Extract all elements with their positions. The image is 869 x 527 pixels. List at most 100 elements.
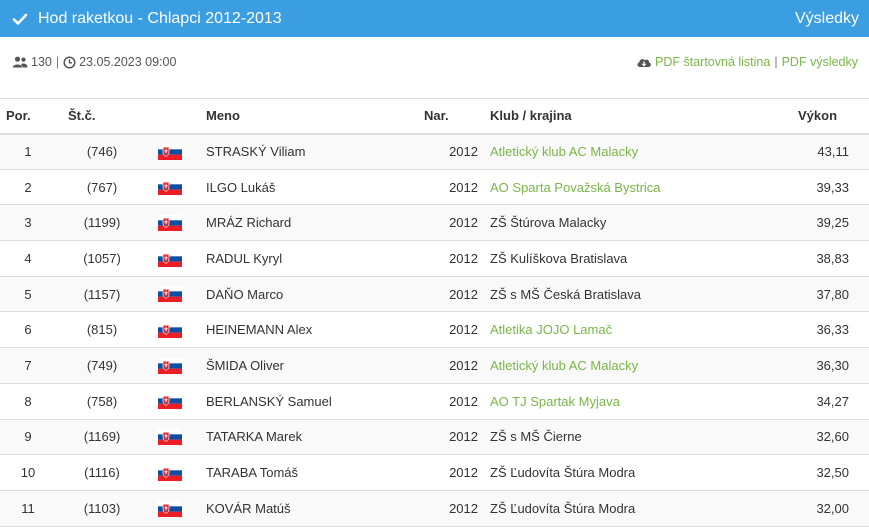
results-link[interactable]: Výsledky (795, 10, 859, 28)
flag-cell (148, 133, 200, 170)
pdf-links: PDF štartovná listina | PDF výsledky (636, 55, 858, 69)
event-header: Hod raketkou - Chlapci 2012-2013 Výsledk… (0, 0, 869, 37)
flag-cell (148, 490, 200, 527)
table-row[interactable]: 4 (1057) RADUL Kyryl 2012 ZŠ Kulíškova Brati… (0, 240, 869, 277)
birth-year-cell: 2012 (418, 240, 484, 277)
club-cell: ZŠ Štúrova Malacky (484, 204, 784, 242)
rank-cell: 11 (0, 490, 56, 527)
athlete-name-cell[interactable]: HEINEMANN Alex (200, 311, 418, 349)
athlete-name-cell[interactable]: TARABA Tomáš (200, 454, 418, 491)
links-separator: | (774, 55, 778, 69)
birth-year-cell: 2012 (418, 347, 484, 384)
table-row[interactable]: 9 (1169) TATARKA Marek 2012 ZŠ s MŠ Čierne 32… (0, 419, 869, 456)
flag-cell (148, 311, 200, 349)
result-cell: 32,60 (784, 419, 869, 456)
slovakia-flag-icon (154, 286, 182, 303)
athlete-name-cell[interactable]: ŠMIDA Oliver (200, 347, 418, 384)
birth-year-cell: 2012 (418, 276, 484, 313)
athlete-name-cell[interactable]: MRÁZ Richard (200, 204, 418, 242)
bib-cell: (1199) (56, 204, 148, 242)
birth-year-cell: 2012 (418, 383, 484, 420)
col-header-club[interactable]: Klub / krajina (484, 98, 784, 135)
athlete-name-cell[interactable]: BERLANSKÝ Samuel (200, 383, 418, 420)
table-row[interactable]: 11 (1103) KOVÁR Matúš 2012 ZŠ Ľudovíta Štúra… (0, 490, 869, 527)
club-cell: Atletický klub AC Malacky (484, 133, 784, 170)
athlete-name-cell[interactable]: KOVÁR Matúš (200, 490, 418, 527)
slovakia-flag-icon (154, 464, 182, 481)
result-cell: 36,30 (784, 347, 869, 384)
rank-cell: 7 (0, 347, 56, 384)
bib-cell: (1169) (56, 419, 148, 456)
club-name[interactable]: Atletika JOJO Lamač (490, 322, 612, 337)
rank-cell: 9 (0, 419, 56, 456)
athlete-name-cell[interactable]: STRASKÝ Viliam (200, 133, 418, 170)
bib-cell: (1157) (56, 276, 148, 313)
check-icon (12, 13, 28, 25)
bib-cell: (815) (56, 311, 148, 349)
club-name: ZŠ s MŠ Česká Bratislava (490, 286, 641, 302)
club-name[interactable]: AO TJ Spartak Myjava (490, 394, 620, 409)
bib-cell: (746) (56, 133, 148, 170)
table-row[interactable]: 3 (1199) MRÁZ Richard 2012 ZŠ Štúrova Malack… (0, 204, 869, 242)
col-header-result[interactable]: Výkon (784, 98, 869, 135)
flag-cell (148, 383, 200, 420)
col-header-bib[interactable]: Št.č. (56, 98, 148, 135)
table-row[interactable]: 6 (815) HEINEMANN Alex 2012 Atletika JOJO La… (0, 311, 869, 349)
club-name: ZŠ Kulíškova Bratislava (490, 250, 628, 266)
result-cell: 39,33 (784, 169, 869, 206)
club-name[interactable]: Atletický klub AC Malacky (490, 144, 638, 159)
bib-cell: (1057) (56, 240, 148, 277)
participant-count: 130 (31, 55, 52, 69)
pdf-start-list-link[interactable]: PDF štartovná listina (655, 55, 770, 69)
birth-year-cell: 2012 (418, 311, 484, 349)
club-cell: ZŠ Ľudovíta Štúra Modra (484, 490, 784, 527)
slovakia-flag-icon (154, 214, 182, 231)
event-meta: 130 | 23.05.2023 09:00 (12, 55, 176, 69)
users-icon (12, 56, 28, 68)
col-header-rank[interactable]: Por. (0, 98, 56, 135)
club-name[interactable]: AO Sparta Považská Bystrica (490, 180, 661, 195)
club-name[interactable]: Atletický klub AC Malacky (490, 358, 638, 373)
table-row[interactable]: 2 (767) ILGO Lukáš 2012 AO Sparta Považská B… (0, 169, 869, 206)
pdf-results-link[interactable]: PDF výsledky (782, 55, 858, 69)
bib-cell: (749) (56, 347, 148, 384)
club-name: ZŠ Ľudovíta Štúra Modra (490, 500, 636, 516)
club-cell: ZŠ s MŠ Česká Bratislava (484, 276, 784, 313)
athlete-name-cell[interactable]: DAŇO Marco (200, 276, 418, 313)
slovakia-flag-icon (154, 179, 182, 196)
col-header-birth-year[interactable]: Nar. (418, 98, 484, 135)
table-row[interactable]: 8 (758) BERLANSKÝ Samuel 2012 AO TJ Spartak … (0, 383, 869, 420)
flag-cell (148, 240, 200, 277)
slovakia-flag-icon (154, 357, 182, 374)
flag-cell (148, 419, 200, 456)
slovakia-flag-icon (154, 250, 182, 267)
birth-year-cell: 2012 (418, 169, 484, 206)
table-row[interactable]: 7 (749) ŠMIDA Oliver 2012 Atletický klub AC … (0, 347, 869, 384)
event-info-bar: 130 | 23.05.2023 09:00 PDF štartovná lis… (0, 37, 869, 87)
birth-year-cell: 2012 (418, 419, 484, 456)
table-row[interactable]: 5 (1157) DAŇO Marco 2012 ZŠ s MŠ Česká Brati… (0, 276, 869, 313)
club-cell: Atletika JOJO Lamač (484, 311, 784, 349)
rank-cell: 10 (0, 454, 56, 491)
rank-cell: 3 (0, 204, 56, 242)
table-row[interactable]: 1 (746) STRASKÝ Viliam 2012 Atletický klub A… (0, 133, 869, 170)
birth-year-cell: 2012 (418, 204, 484, 242)
slovakia-flag-icon (154, 393, 182, 410)
birth-year-cell: 2012 (418, 454, 484, 491)
event-datetime: 23.05.2023 09:00 (79, 55, 177, 69)
athlete-name-cell[interactable]: RADUL Kyryl (200, 240, 418, 277)
bib-cell: (1116) (56, 454, 148, 491)
athlete-name-cell[interactable]: ILGO Lukáš (200, 169, 418, 206)
result-cell: 37,80 (784, 276, 869, 313)
club-name: ZŠ Ľudovíta Štúra Modra (490, 465, 636, 481)
athlete-name-cell[interactable]: TATARKA Marek (200, 419, 418, 456)
bib-cell: (758) (56, 383, 148, 420)
birth-year-cell: 2012 (418, 490, 484, 527)
flag-cell (148, 454, 200, 491)
club-cell: ZŠ Ľudovíta Štúra Modra (484, 454, 784, 491)
rank-cell: 5 (0, 276, 56, 313)
col-header-name[interactable]: Meno (200, 98, 418, 135)
table-row[interactable]: 10 (1116) TARABA Tomáš 2012 ZŠ Ľudovíta Štúr… (0, 454, 869, 491)
clock-icon (63, 55, 76, 69)
club-name: ZŠ Štúrova Malacky (490, 215, 607, 231)
